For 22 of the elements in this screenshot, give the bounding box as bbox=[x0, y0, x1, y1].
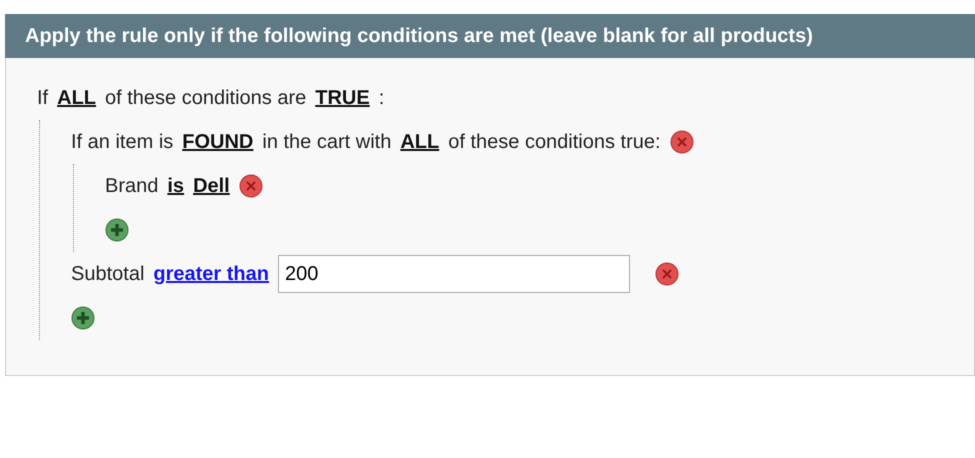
remove-icon[interactable] bbox=[670, 130, 694, 154]
option-link[interactable]: ALL bbox=[57, 86, 96, 110]
option-link[interactable]: ALL bbox=[400, 130, 440, 154]
add-icon[interactable] bbox=[71, 306, 95, 330]
option-link[interactable]: is bbox=[167, 174, 184, 198]
condition-text: in the cart with bbox=[262, 130, 392, 154]
section-header: Apply the rule only if the following conditions are met (leave blank for all products) bbox=[5, 14, 975, 58]
remove-icon[interactable] bbox=[654, 262, 679, 286]
condition-text: : bbox=[378, 86, 384, 110]
condition-text: If an item is bbox=[71, 130, 174, 154]
value-field[interactable]: 200 bbox=[278, 255, 630, 293]
condition-text: If bbox=[37, 86, 48, 110]
condition-text: Brand bbox=[105, 174, 158, 198]
condition-text: of these conditions are bbox=[105, 86, 306, 110]
condition-text: Subtotal bbox=[71, 262, 144, 286]
option-link[interactable]: FOUND bbox=[182, 130, 254, 154]
operator-link[interactable]: greater than bbox=[153, 262, 269, 286]
condition-text: of these conditions true: bbox=[448, 130, 661, 154]
remove-icon[interactable] bbox=[238, 174, 263, 198]
option-link[interactable]: Dell bbox=[193, 174, 230, 198]
add-icon[interactable] bbox=[105, 218, 129, 242]
option-link[interactable]: TRUE bbox=[315, 86, 370, 110]
